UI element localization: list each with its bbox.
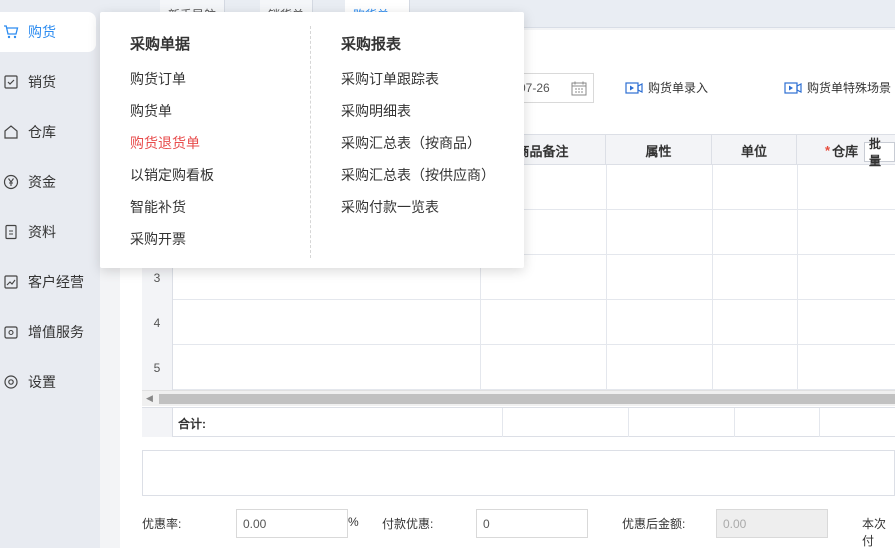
sidebar-item-funds[interactable]: 资金 [0, 162, 96, 202]
menu-item-order-tracking-report[interactable]: 采购订单跟踪表 [341, 69, 439, 89]
row-number: 4 [142, 300, 173, 345]
payment-discount-label: 付款优惠: [382, 517, 434, 531]
discount-rate-value: 0.00 [243, 516, 267, 531]
table-row[interactable]: 4 [142, 300, 895, 345]
yen-circle-icon [2, 173, 20, 191]
current-payment-label: 本次付 [862, 517, 887, 548]
warehouse-home-icon [2, 123, 20, 141]
total-rownum [142, 408, 173, 437]
sidebar-item-label: 客户经营 [28, 274, 84, 290]
sidebar-item-warehouse[interactable]: 仓库 [0, 112, 96, 152]
discount-rate-unit: % [348, 515, 359, 529]
menu-item-purchase-detail-report[interactable]: 采购明细表 [341, 101, 411, 121]
calendar-icon[interactable] [571, 81, 587, 96]
column-divider [819, 408, 820, 437]
menu-item-smart-replenish[interactable]: 智能补货 [130, 197, 186, 217]
scrollbar-thumb[interactable] [159, 394, 895, 404]
button-label: 购货单特殊场景 [807, 81, 892, 95]
button-label: 购货单录入 [648, 81, 709, 95]
video-icon [784, 81, 802, 94]
settings-icon [2, 373, 20, 391]
total-label: 合计: [178, 417, 206, 431]
column-divider [502, 408, 503, 437]
sidebar-item-label: 资金 [28, 174, 56, 190]
sidebar-item-label: 设置 [28, 374, 56, 390]
chart-line-icon [2, 273, 20, 291]
sidebar-item-label: 资料 [28, 224, 56, 240]
cart-icon [2, 23, 20, 41]
after-discount-label: 优惠后金额: [622, 517, 686, 531]
scroll-left-icon[interactable]: ◀ [146, 393, 153, 404]
sidebar-item-data[interactable]: 资料 [0, 212, 96, 252]
column-divider [712, 165, 713, 391]
column-divider [628, 408, 629, 437]
required-mark: * [825, 142, 831, 158]
video-icon [625, 81, 643, 94]
header-warehouse-label: 仓库 [832, 143, 859, 159]
document-icon [2, 223, 20, 241]
after-discount-value: 0.00 [723, 516, 747, 531]
payment-discount-input[interactable]: 0 [476, 509, 588, 538]
purchase-entry-video-button[interactable]: 购货单录入 [625, 79, 708, 96]
column-divider [606, 165, 607, 391]
sidebar-item-value-added[interactable]: 增值服务 [0, 312, 96, 352]
sidebar-item-customer[interactable]: 客户经营 [0, 262, 96, 302]
batch-button[interactable]: 批量 [864, 137, 895, 168]
purchase-dropdown-menu: 采购单据 购货订单 购货单 购货退货单 以销定购看板 智能补货 采购开票 采购报… [100, 12, 524, 268]
sidebar-item-sales[interactable]: 销货 [0, 62, 96, 102]
menu-divider [310, 26, 311, 258]
column-divider [734, 408, 735, 437]
purchase-special-video-button[interactable]: 购货单特殊场景 [784, 79, 891, 96]
menu-item-summary-by-product[interactable]: 采购汇总表（按商品） [341, 133, 481, 153]
discount-rate-input[interactable]: 0.00 [236, 509, 348, 538]
column-divider [797, 165, 798, 391]
menu-item-purchase-order[interactable]: 购货订单 [130, 69, 186, 89]
header-attribute: 属性 [606, 135, 712, 165]
row-number: 5 [142, 345, 173, 390]
total-row: 合计: [142, 407, 895, 437]
header-unit: 单位 [712, 135, 797, 165]
purchase-documents-title: 采购单据 [130, 36, 191, 53]
sidebar-item-label: 仓库 [28, 124, 56, 140]
discount-rate-label: 优惠率: [142, 517, 182, 531]
menu-item-purchase-return[interactable]: 购货退货单 [130, 133, 200, 153]
horizontal-scrollbar[interactable]: ◀ [142, 390, 895, 406]
sidebar-item-settings[interactable]: 设置 [0, 362, 96, 402]
menu-item-purchase-invoice[interactable]: 采购开票 [130, 229, 186, 249]
sales-doc-icon [2, 73, 20, 91]
menu-item-purchase-receipt[interactable]: 购货单 [130, 101, 172, 121]
purchase-reports-title: 采购报表 [341, 36, 402, 53]
payment-discount-value: 0 [483, 516, 490, 531]
remark-textarea[interactable] [142, 450, 895, 496]
service-box-icon [2, 323, 20, 341]
sidebar: 购货 销货 仓库 资金 资料 客户经营 增值服务 设置 [0, 0, 100, 548]
sidebar-item-purchase[interactable]: 购货 [0, 12, 96, 52]
after-discount-input: 0.00 [716, 509, 828, 538]
sidebar-item-label: 销货 [28, 74, 56, 90]
sidebar-item-label: 增值服务 [28, 324, 84, 340]
menu-item-sales-driven-board[interactable]: 以销定购看板 [130, 165, 214, 185]
table-row[interactable]: 5 [142, 345, 895, 390]
sidebar-item-label: 购货 [28, 24, 56, 40]
menu-item-payment-overview[interactable]: 采购付款一览表 [341, 197, 439, 217]
menu-item-summary-by-supplier[interactable]: 采购汇总表（按供应商） [341, 165, 495, 185]
